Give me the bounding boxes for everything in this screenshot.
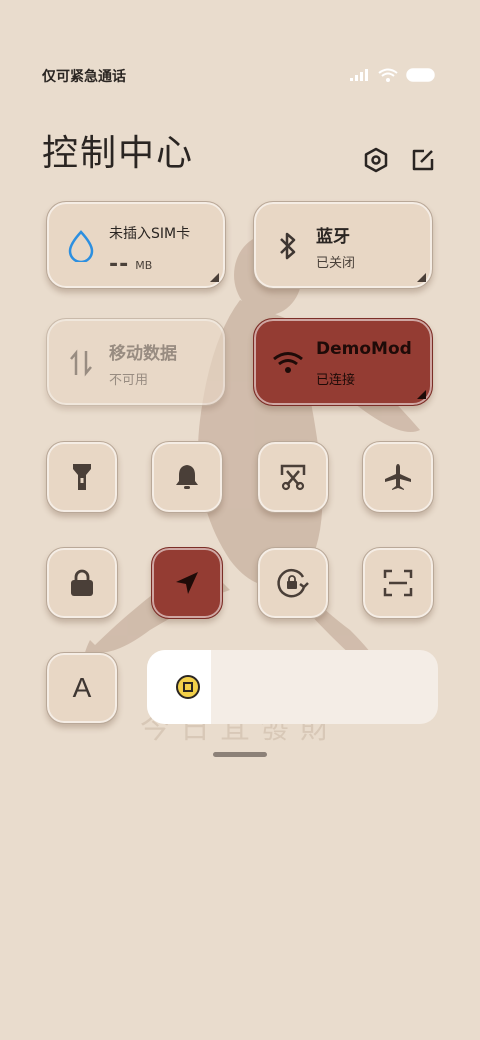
brightness-slider[interactable] <box>147 650 438 724</box>
toggle-font-size[interactable]: A <box>46 652 118 724</box>
water-drop-icon <box>63 228 99 264</box>
settings-hex-icon[interactable] <box>359 143 393 177</box>
expand-corner-icon <box>417 273 426 282</box>
status-bar: 仅可紧急通话 <box>0 62 480 90</box>
font-a-icon: A <box>72 672 92 703</box>
toggle-ring[interactable] <box>151 441 223 513</box>
scan-icon <box>383 569 413 597</box>
usage-unit: MB <box>135 259 153 272</box>
usage-value: -- <box>109 252 130 277</box>
home-indicator[interactable] <box>213 752 267 757</box>
navigation-arrow-icon <box>176 572 198 594</box>
airplane-icon <box>385 464 411 490</box>
tile-bluetooth[interactable]: 蓝牙 已关闭 <box>253 201 433 289</box>
wifi-icon <box>378 68 398 82</box>
battery-icon <box>406 68 435 82</box>
tile-data-usage[interactable]: 未插入SIM卡 -- MB <box>46 201 226 289</box>
bluetooth-icon <box>270 228 306 264</box>
toggle-screenshot[interactable] <box>257 441 329 513</box>
coin-icon <box>176 675 200 699</box>
bell-icon <box>176 465 198 489</box>
bluetooth-status: 已关闭 <box>316 256 356 271</box>
expand-corner-icon <box>417 390 426 399</box>
lock-icon <box>71 569 93 596</box>
scissors-icon <box>280 464 306 491</box>
mobile-data-title: 移动数据 <box>109 344 177 364</box>
tile-mobile-data[interactable]: 移动数据 不可用 <box>46 318 226 406</box>
flashlight-icon <box>73 464 91 490</box>
mobile-data-status: 不可用 <box>109 373 149 388</box>
wifi-status: 已连接 <box>316 373 356 388</box>
status-icons <box>350 68 436 82</box>
edit-icon[interactable] <box>406 143 440 177</box>
toggle-location[interactable] <box>151 547 223 619</box>
wifi-icon <box>270 345 306 381</box>
data-usage-value: -- MB <box>109 252 152 277</box>
signal-icon <box>350 69 368 81</box>
rotation-lock-icon <box>277 568 309 598</box>
toggle-scanner[interactable] <box>362 547 434 619</box>
carrier-text: 仅可紧急通话 <box>42 69 126 85</box>
tile-wifi[interactable]: DemoMod 已连接 <box>253 318 433 406</box>
wifi-network-name: DemoMod <box>316 339 412 359</box>
toggle-rotation-lock[interactable] <box>257 547 329 619</box>
data-arrows-icon <box>63 345 99 381</box>
toggle-airplane[interactable] <box>362 441 434 513</box>
bluetooth-title: 蓝牙 <box>316 227 350 247</box>
sim-status-label: 未插入SIM卡 <box>109 226 191 242</box>
toggle-lock-screen[interactable] <box>46 547 118 619</box>
expand-corner-icon <box>210 273 219 282</box>
toggle-flashlight[interactable] <box>46 441 118 513</box>
page-title: 控制中心 <box>42 133 195 174</box>
